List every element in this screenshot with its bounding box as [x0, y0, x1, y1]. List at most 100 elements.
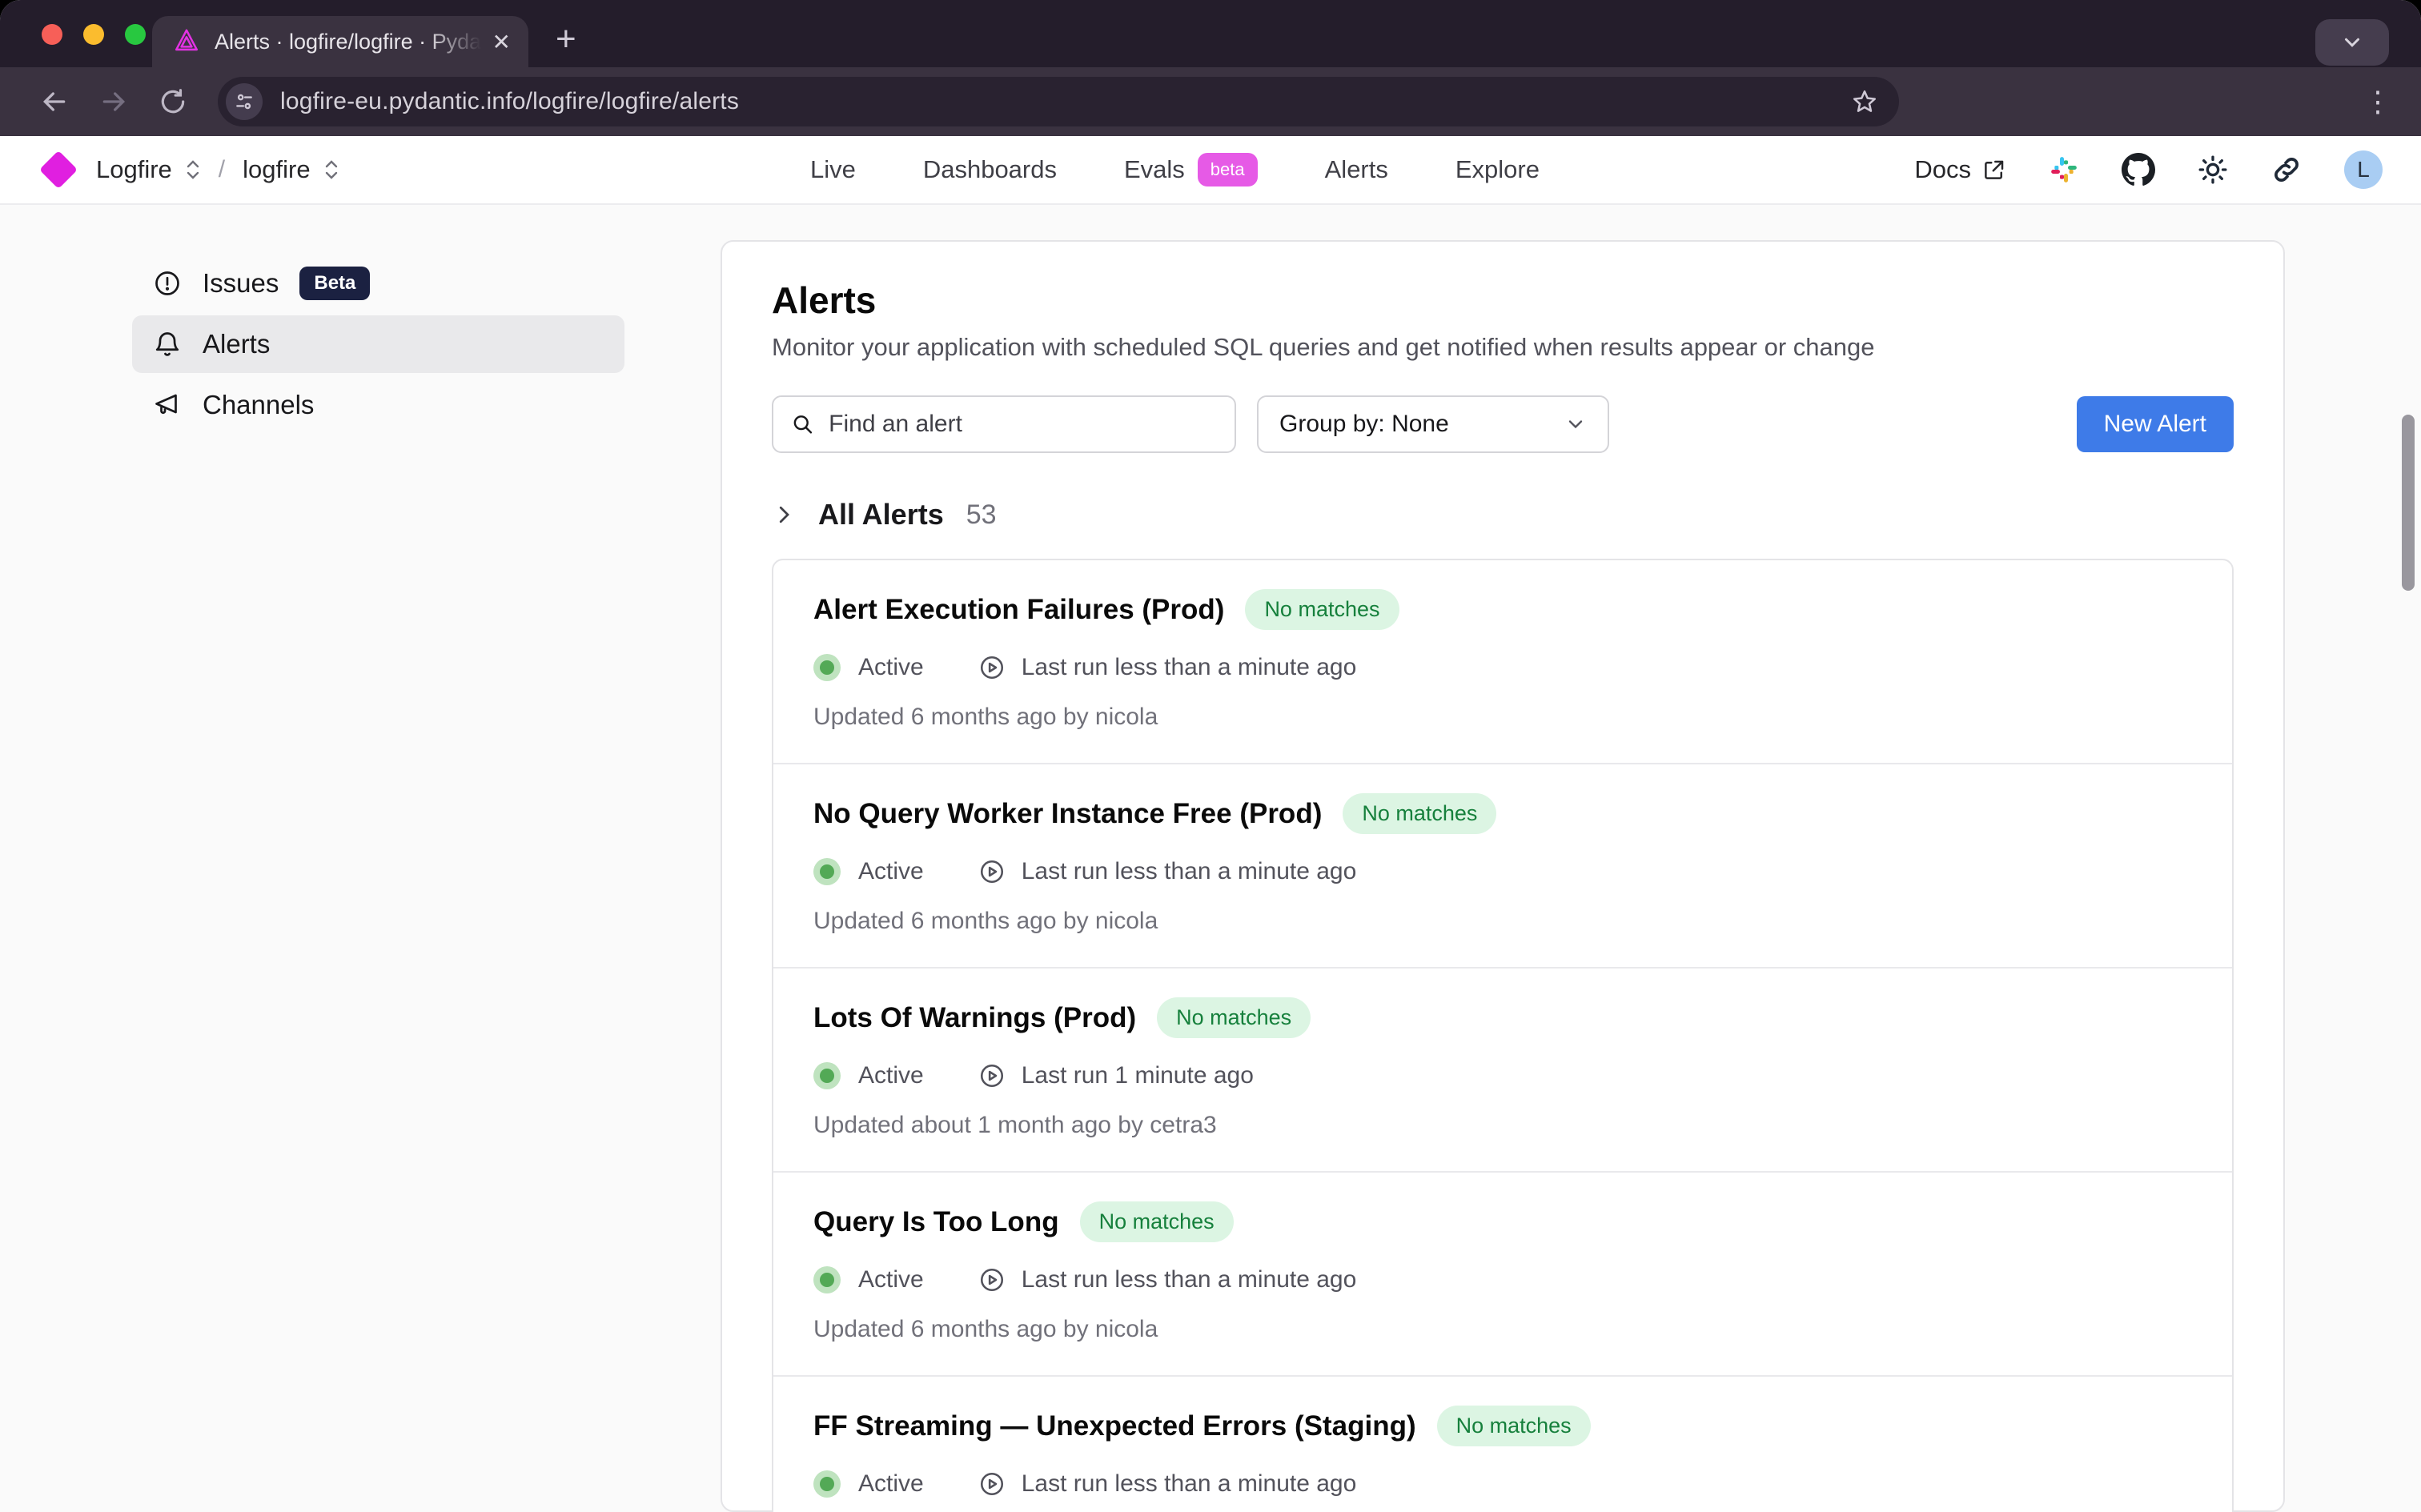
sidebar-alerts-label: Alerts: [203, 329, 270, 359]
megaphone-icon: [153, 391, 182, 419]
docs-link[interactable]: Docs: [1914, 155, 2006, 184]
group-by-value: Group by: None: [1279, 411, 1449, 438]
minimize-window-button[interactable]: [83, 24, 104, 45]
reload-icon: [158, 86, 188, 117]
alert-last-run: Last run less than a minute ago: [1022, 1266, 1357, 1293]
chevron-right-icon: [772, 503, 796, 527]
evals-beta-badge: beta: [1198, 153, 1258, 186]
header-actions: Docs L: [1914, 150, 2383, 189]
group-by-select[interactable]: Group by: None: [1257, 395, 1609, 453]
issue-icon: [153, 269, 182, 298]
url-bar[interactable]: logfire-eu.pydantic.info/logfire/logfire…: [218, 77, 1899, 126]
search-input[interactable]: [829, 411, 1217, 438]
nav-evals-label: Evals: [1124, 155, 1185, 184]
share-link-icon[interactable]: [2270, 154, 2303, 186]
logfire-logo-icon: [39, 150, 78, 189]
nav-evals[interactable]: Evals beta: [1124, 153, 1258, 186]
alert-updated: Updated about 1 month ago by cetra3: [813, 1112, 2192, 1139]
zoom-window-button[interactable]: [125, 24, 146, 45]
alert-card[interactable]: Lots Of Warnings (Prod) No matches Activ…: [773, 969, 2232, 1173]
alert-status: Active: [858, 858, 924, 885]
alert-title: Query Is Too Long: [813, 1206, 1059, 1238]
app-header: Logfire / logfire Live Dashboards Evals …: [0, 136, 2421, 205]
browser-tab[interactable]: Alerts · logfire/logfire · Pydant ✕: [152, 16, 528, 67]
alert-updated: Updated 6 months ago by nicola: [813, 704, 2192, 731]
active-status-dot-icon: [820, 1477, 834, 1491]
external-link-icon: [1982, 158, 2006, 182]
back-button[interactable]: [29, 76, 80, 127]
arrow-right-icon: [98, 86, 130, 118]
search-box[interactable]: [772, 395, 1236, 453]
page-body: Issues Beta Alerts Channels Alerts Monit…: [0, 205, 2421, 1512]
play-circle-icon: [978, 1266, 1006, 1293]
alert-last-run: Last run less than a minute ago: [1022, 654, 1357, 681]
no-matches-badge: No matches: [1157, 997, 1311, 1038]
close-tab-icon[interactable]: ✕: [492, 29, 511, 55]
close-window-button[interactable]: [42, 24, 62, 45]
no-matches-badge: No matches: [1245, 589, 1399, 630]
user-avatar[interactable]: L: [2344, 150, 2383, 189]
tab-search-button[interactable]: [2315, 19, 2389, 66]
project-switcher-icon[interactable]: [323, 159, 339, 180]
bookmark-star-icon[interactable]: [1851, 88, 1878, 115]
play-circle-icon: [978, 654, 1006, 681]
alert-title: FF Streaming — Unexpected Errors (Stagin…: [813, 1410, 1416, 1442]
active-status-dot-icon: [820, 864, 834, 879]
scrollbar-thumb[interactable]: [2402, 415, 2415, 591]
group-count: 53: [966, 499, 997, 531]
nav-alerts[interactable]: Alerts: [1325, 155, 1388, 184]
arrow-left-icon: [38, 86, 70, 118]
alert-title: Lots Of Warnings (Prod): [813, 1002, 1136, 1034]
sidebar-item-alerts[interactable]: Alerts: [132, 315, 624, 373]
traffic-lights: [42, 24, 146, 45]
reload-button[interactable]: [147, 76, 199, 127]
alerts-panel: Alerts Monitor your application with sch…: [721, 240, 2285, 1512]
alert-card[interactable]: FF Streaming — Unexpected Errors (Stagin…: [773, 1377, 2232, 1512]
alert-last-run: Last run 1 minute ago: [1022, 1062, 1254, 1089]
alert-title: Alert Execution Failures (Prod): [813, 594, 1224, 626]
sidebar-channels-label: Channels: [203, 390, 314, 420]
slack-icon[interactable]: [2048, 154, 2080, 186]
site-settings-button[interactable]: [226, 83, 263, 120]
alerts-controls: Group by: None New Alert: [772, 395, 2234, 453]
nav-explore[interactable]: Explore: [1455, 155, 1540, 184]
chevron-down-icon: [1564, 413, 1587, 435]
play-circle-icon: [978, 1470, 1006, 1498]
active-status-dot-icon: [820, 1273, 834, 1287]
browser-window: Alerts · logfire/logfire · Pydant ✕ + lo…: [0, 0, 2421, 1512]
no-matches-badge: No matches: [1080, 1201, 1234, 1242]
org-name[interactable]: Logfire: [96, 155, 172, 184]
alert-card[interactable]: No Query Worker Instance Free (Prod) No …: [773, 764, 2232, 969]
group-title: All Alerts: [818, 498, 944, 531]
pydantic-logo-icon: [173, 28, 200, 55]
forward-button[interactable]: [88, 76, 139, 127]
docs-label: Docs: [1914, 155, 1971, 184]
sidebar-item-issues[interactable]: Issues Beta: [132, 255, 624, 312]
new-tab-button[interactable]: +: [556, 19, 576, 67]
issues-beta-badge: Beta: [299, 267, 370, 300]
play-circle-icon: [978, 858, 1006, 885]
theme-toggle-sun-icon[interactable]: [2197, 154, 2229, 186]
sidebar-item-channels[interactable]: Channels: [132, 376, 624, 434]
alert-last-run: Last run less than a minute ago: [1022, 858, 1357, 885]
github-icon[interactable]: [2122, 153, 2155, 186]
active-status-dot-icon: [820, 660, 834, 675]
alert-card[interactable]: Alert Execution Failures (Prod) No match…: [773, 560, 2232, 764]
nav-dashboards[interactable]: Dashboards: [923, 155, 1057, 184]
nav-live[interactable]: Live: [810, 155, 856, 184]
page-title: Alerts: [772, 279, 2234, 322]
alert-updated: Updated 6 months ago by nicola: [813, 1316, 2192, 1343]
breadcrumb: Logfire / logfire: [45, 155, 339, 184]
alert-card[interactable]: Query Is Too Long No matches Active Last…: [773, 1173, 2232, 1377]
all-alerts-group-header[interactable]: All Alerts 53: [772, 498, 2234, 531]
no-matches-badge: No matches: [1437, 1406, 1591, 1446]
browser-menu-button[interactable]: ⋮: [2363, 87, 2392, 116]
url-text[interactable]: logfire-eu.pydantic.info/logfire/logfire…: [280, 88, 1851, 115]
new-alert-button[interactable]: New Alert: [2077, 396, 2234, 452]
page-subtitle: Monitor your application with scheduled …: [772, 333, 2234, 362]
project-name[interactable]: logfire: [243, 155, 310, 184]
sidebar: Issues Beta Alerts Channels: [0, 205, 721, 1512]
alert-status: Active: [858, 654, 924, 681]
active-status-dot-icon: [820, 1069, 834, 1083]
org-switcher-icon[interactable]: [185, 159, 201, 180]
